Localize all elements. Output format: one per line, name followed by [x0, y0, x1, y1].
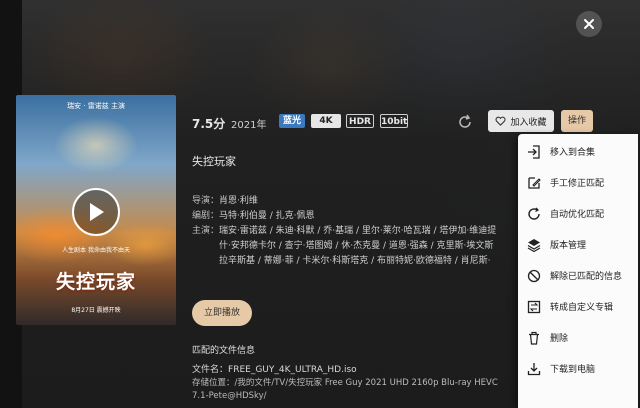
- director-value: 肖恩·利维: [219, 196, 258, 206]
- badge-bluray: 蓝光: [279, 114, 305, 128]
- writer-row: 编剧： 马特·利伯曼 / 扎克·佩恩: [192, 209, 496, 224]
- menu-item-download[interactable]: 下载到电脑: [518, 353, 638, 384]
- menu-item-label: 移入到合集: [550, 148, 596, 158]
- edit-icon: [526, 175, 542, 191]
- badge-4k: 4K: [311, 114, 341, 128]
- menu-item-move-to-collection[interactable]: 移入到合集: [518, 136, 638, 167]
- credits: 导演： 肖恩·利维 编剧： 马特·利伯曼 / 扎克·佩恩 主演： 瑞安·雷诺兹 …: [192, 194, 496, 269]
- play-now-button[interactable]: 立即播放: [192, 300, 252, 326]
- poster-tagline: 人生剧本 我命由我不由天: [62, 247, 130, 254]
- cast-row: 主演： 瑞安·雷诺兹 / 朱迪·科默 / 乔·基瑞 / 里尔·莱尔·哈瓦瑞 / …: [192, 224, 496, 269]
- menu-item-label: 解除已匹配的信息: [550, 272, 623, 282]
- menu-item-label: 手工修正匹配: [550, 179, 605, 189]
- badge-10bit: 10bit: [380, 114, 408, 128]
- cast-label: 主演：: [192, 226, 220, 236]
- heart-icon: [495, 116, 507, 126]
- menu-item-auto-match[interactable]: 自动优化匹配: [518, 198, 638, 229]
- unlink-icon: [526, 268, 542, 284]
- menu-item-label: 转成自定义专辑: [550, 303, 614, 313]
- cast-line: 什·安邦德卡尔 / 查宁·塔图姆 / 休·杰克曼 / 道恩·强森 / 克里斯·埃…: [219, 241, 494, 251]
- director-row: 导演： 肖恩·利维: [192, 194, 496, 209]
- file-path-line1: /我的文件/TV/失控玩家 Free Guy 2021 UHD 2160p Bl…: [234, 378, 498, 388]
- close-icon: [584, 19, 594, 29]
- movie-title: 失控玩家: [192, 155, 236, 168]
- file-name: 文件名：FREE_GUY_4K_ULTRA_HD.iso: [192, 362, 357, 375]
- file-name-label: 文件名：: [192, 365, 229, 375]
- auto-match-icon: [526, 206, 542, 222]
- writer-label: 编剧：: [192, 211, 220, 221]
- file-name-value: FREE_GUY_4K_ULTRA_HD.iso: [228, 365, 357, 375]
- file-path-line2: 7.1-Pete@HDSky/: [192, 391, 267, 401]
- cast-line: 拉辛斯基 / 蒂娜·菲 / 卡米尔·科斯塔克 / 布丽特妮·欧德福特 / 肖尼斯…: [219, 256, 491, 266]
- file-path-label: 存储位置：: [192, 378, 235, 388]
- files-heading: 匹配的文件信息: [192, 346, 256, 356]
- layers-icon: [526, 237, 542, 253]
- menu-item-label: 版本管理: [550, 241, 587, 251]
- cast-line: 瑞安·雷诺兹 / 朱迪·科默 / 乔·基瑞 / 里尔·莱尔·哈瓦瑞 / 塔伊加·…: [219, 226, 497, 236]
- menu-item-version-manage[interactable]: 版本管理: [518, 229, 638, 260]
- menu-item-convert-album[interactable]: 转成自定义专辑: [518, 291, 638, 322]
- close-button[interactable]: [576, 11, 602, 37]
- poster-title: 失控玩家: [55, 271, 136, 293]
- menu-item-label: 下载到电脑: [550, 365, 596, 375]
- menu-item-delete[interactable]: 删除: [518, 322, 638, 353]
- favorite-label: 加入收藏: [510, 117, 547, 128]
- download-icon: [526, 361, 542, 377]
- menu-item-unmatch[interactable]: 解除已匹配的信息: [518, 260, 638, 291]
- poster-play-button[interactable]: [72, 188, 120, 236]
- operation-menu: 移入到合集 手工修正匹配 自动优化匹配 版本管理 解除已匹配的信息 转成自定义专…: [518, 134, 638, 408]
- rating: 7.5分: [192, 117, 226, 131]
- add-to-favorites-button[interactable]: 加入收藏: [488, 110, 554, 132]
- play-icon: [90, 203, 104, 221]
- refresh-icon[interactable]: [457, 114, 473, 130]
- release-year: 2021年: [231, 120, 267, 131]
- convert-icon: [526, 299, 542, 315]
- menu-item-manual-match[interactable]: 手工修正匹配: [518, 167, 638, 198]
- delete-icon: [526, 330, 542, 346]
- file-path: 存储位置：/我的文件/TV/失控玩家 Free Guy 2021 UHD 216…: [192, 377, 498, 403]
- poster-top-text: 瑞安 · 雷诺兹 主演: [67, 102, 125, 110]
- director-label: 导演：: [192, 196, 220, 206]
- move-in-icon: [526, 144, 542, 160]
- poster-date: 8月27日 震撼开映: [71, 307, 121, 314]
- operate-button[interactable]: 操作: [561, 110, 593, 132]
- menu-item-label: 自动优化匹配: [550, 210, 605, 220]
- badge-hdr: HDR: [346, 114, 374, 128]
- writer-value: 马特·利伯曼 / 扎克·佩恩: [219, 211, 315, 221]
- menu-item-label: 删除: [550, 334, 569, 344]
